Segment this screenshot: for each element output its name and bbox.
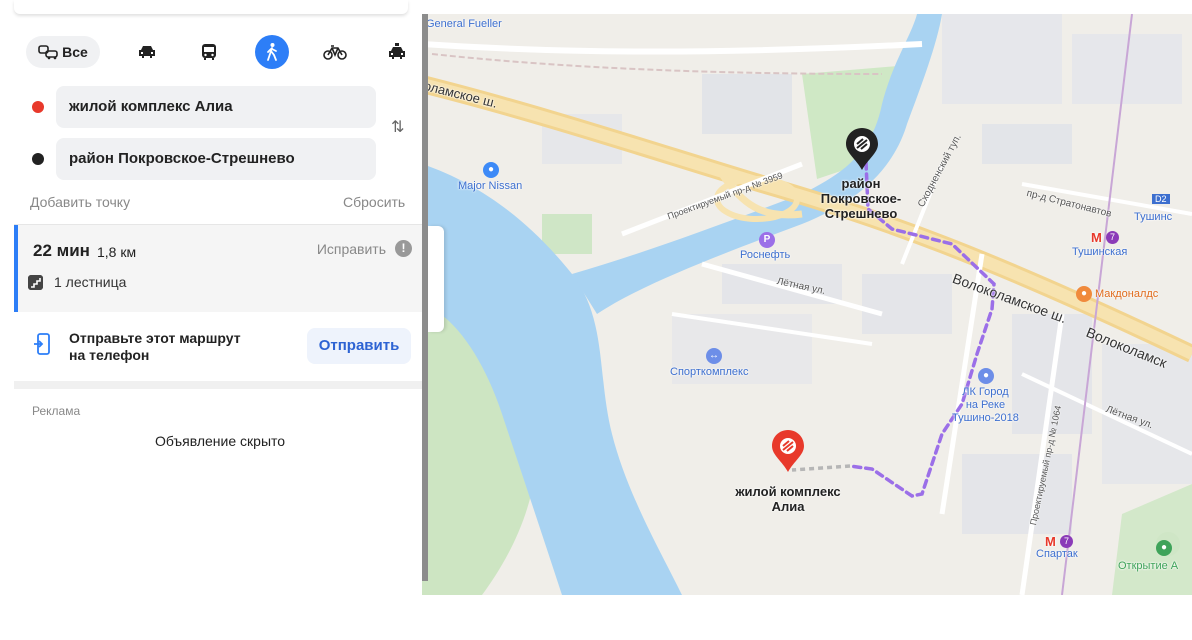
send-button[interactable]: Отправить	[307, 328, 411, 364]
gorod-line1: ЛК Город	[962, 386, 1009, 398]
mode-bicycle-button[interactable]	[320, 36, 350, 68]
send-to-phone-text: Отправьте этот маршрут на телефон	[69, 330, 269, 364]
mode-walk-button[interactable]	[255, 35, 289, 69]
ad-hidden-text: Объявление скрыто	[154, 433, 286, 449]
end-point-field[interactable]: район Покровское-Стрешнево	[56, 138, 376, 180]
swap-points-icon[interactable]: ⇅	[391, 117, 404, 137]
all-modes-icon	[38, 45, 58, 60]
gorod-line2: на Реке	[965, 399, 1006, 411]
gas-station-icon[interactable]: P	[759, 232, 775, 248]
sport-complex-icon[interactable]: ↔	[706, 348, 722, 364]
map-label-tushino-right[interactable]: Тушинс	[1134, 211, 1172, 223]
fix-route-link[interactable]: Исправить	[317, 241, 386, 257]
walk-icon	[267, 43, 277, 61]
end-point-marker	[32, 153, 44, 165]
panel-top-edge	[14, 0, 408, 14]
map-label-spartak[interactable]: Спартак	[1036, 548, 1078, 560]
destination-pin-icon	[846, 128, 878, 170]
start-label-line2: Алиа	[771, 499, 805, 514]
stairs-count: 1 лестница	[54, 274, 127, 290]
metro-icon-spartak[interactable]: М	[1045, 534, 1056, 549]
start-label-line1: жилой комплекс	[735, 484, 841, 499]
start-pin-label: жилой комплекс Алиа	[722, 484, 854, 514]
gorod-line3: Тушино-2018	[952, 412, 1019, 424]
destination-label-line1: район	[841, 176, 881, 191]
route-duration: 22 мин	[33, 241, 90, 260]
warning-icon[interactable]: !	[395, 240, 412, 257]
start-point-field[interactable]: жилой комплекс Алиа	[56, 86, 376, 128]
panel-collapse-handle[interactable]	[428, 226, 444, 332]
map-label-sportkompleks[interactable]: Спорткомплекс	[670, 366, 748, 378]
send-to-phone-icon	[34, 333, 50, 355]
start-pin-icon	[772, 430, 804, 472]
stadium-icon[interactable]: ●	[1156, 540, 1172, 556]
car-icon	[139, 46, 155, 58]
map-view[interactable]: General Fueller оламское ш. ● Major Niss…	[422, 14, 1192, 595]
mode-all-button[interactable]: Все	[26, 36, 100, 68]
car-dealer-icon[interactable]: ●	[483, 162, 499, 178]
restaurant-icon[interactable]: ●	[1076, 286, 1092, 302]
destination-label-line3: Стрешнево	[824, 206, 898, 221]
metro-line-badge-2: 7	[1060, 535, 1073, 548]
destination-label-line2: Покровское-	[820, 191, 902, 206]
map-label-mcdonalds[interactable]: Макдоналдс	[1095, 288, 1158, 300]
route-panel: Все жилой комплекс Алиа район Покровское…	[0, 0, 422, 595]
residential-complex-icon[interactable]: ●	[978, 368, 994, 384]
mode-taxi-button[interactable]	[384, 36, 410, 68]
map-label-tushinskaya[interactable]: Тушинская	[1072, 246, 1127, 258]
destination-pin-label: район Покровское- Стрешнево	[806, 176, 916, 221]
add-point-link[interactable]: Добавить точку	[30, 194, 130, 210]
route-distance: 1,8 км	[97, 244, 137, 260]
stairs-icon	[28, 275, 43, 290]
mode-car-button[interactable]	[134, 36, 160, 68]
map-label-gorod-na-reke[interactable]: ЛК Город на Реке Тушино-2018	[952, 386, 1019, 425]
mode-bus-button[interactable]	[196, 36, 222, 68]
metro-line-badge: 7	[1106, 231, 1119, 244]
route-card-accent	[14, 225, 18, 312]
metro-icon-tushinskaya[interactable]: М	[1091, 230, 1102, 245]
map-label-rosneft[interactable]: Роснефть	[740, 249, 790, 261]
ad-label: Реклама	[32, 404, 81, 418]
map-label-general-fueller[interactable]: General Fueller	[426, 18, 502, 30]
send-text-line1: Отправьте этот маршрут	[69, 330, 241, 346]
section-divider	[14, 381, 422, 389]
map-label-otkrytie[interactable]: Открытие А	[1118, 560, 1178, 572]
send-text-line2: на телефон	[69, 347, 150, 363]
taxi-icon	[389, 43, 405, 59]
reset-link[interactable]: Сбросить	[343, 194, 405, 210]
map-label-major-nissan[interactable]: Major Nissan	[458, 180, 522, 192]
bicycle-icon	[323, 45, 347, 60]
mode-all-label: Все	[62, 44, 88, 60]
start-point-marker	[32, 101, 44, 113]
route-result-card[interactable]: 22 мин 1,8 км Исправить ! 1 лестница	[14, 225, 422, 312]
d2-badge: D2	[1152, 194, 1170, 204]
bus-icon	[202, 44, 216, 60]
